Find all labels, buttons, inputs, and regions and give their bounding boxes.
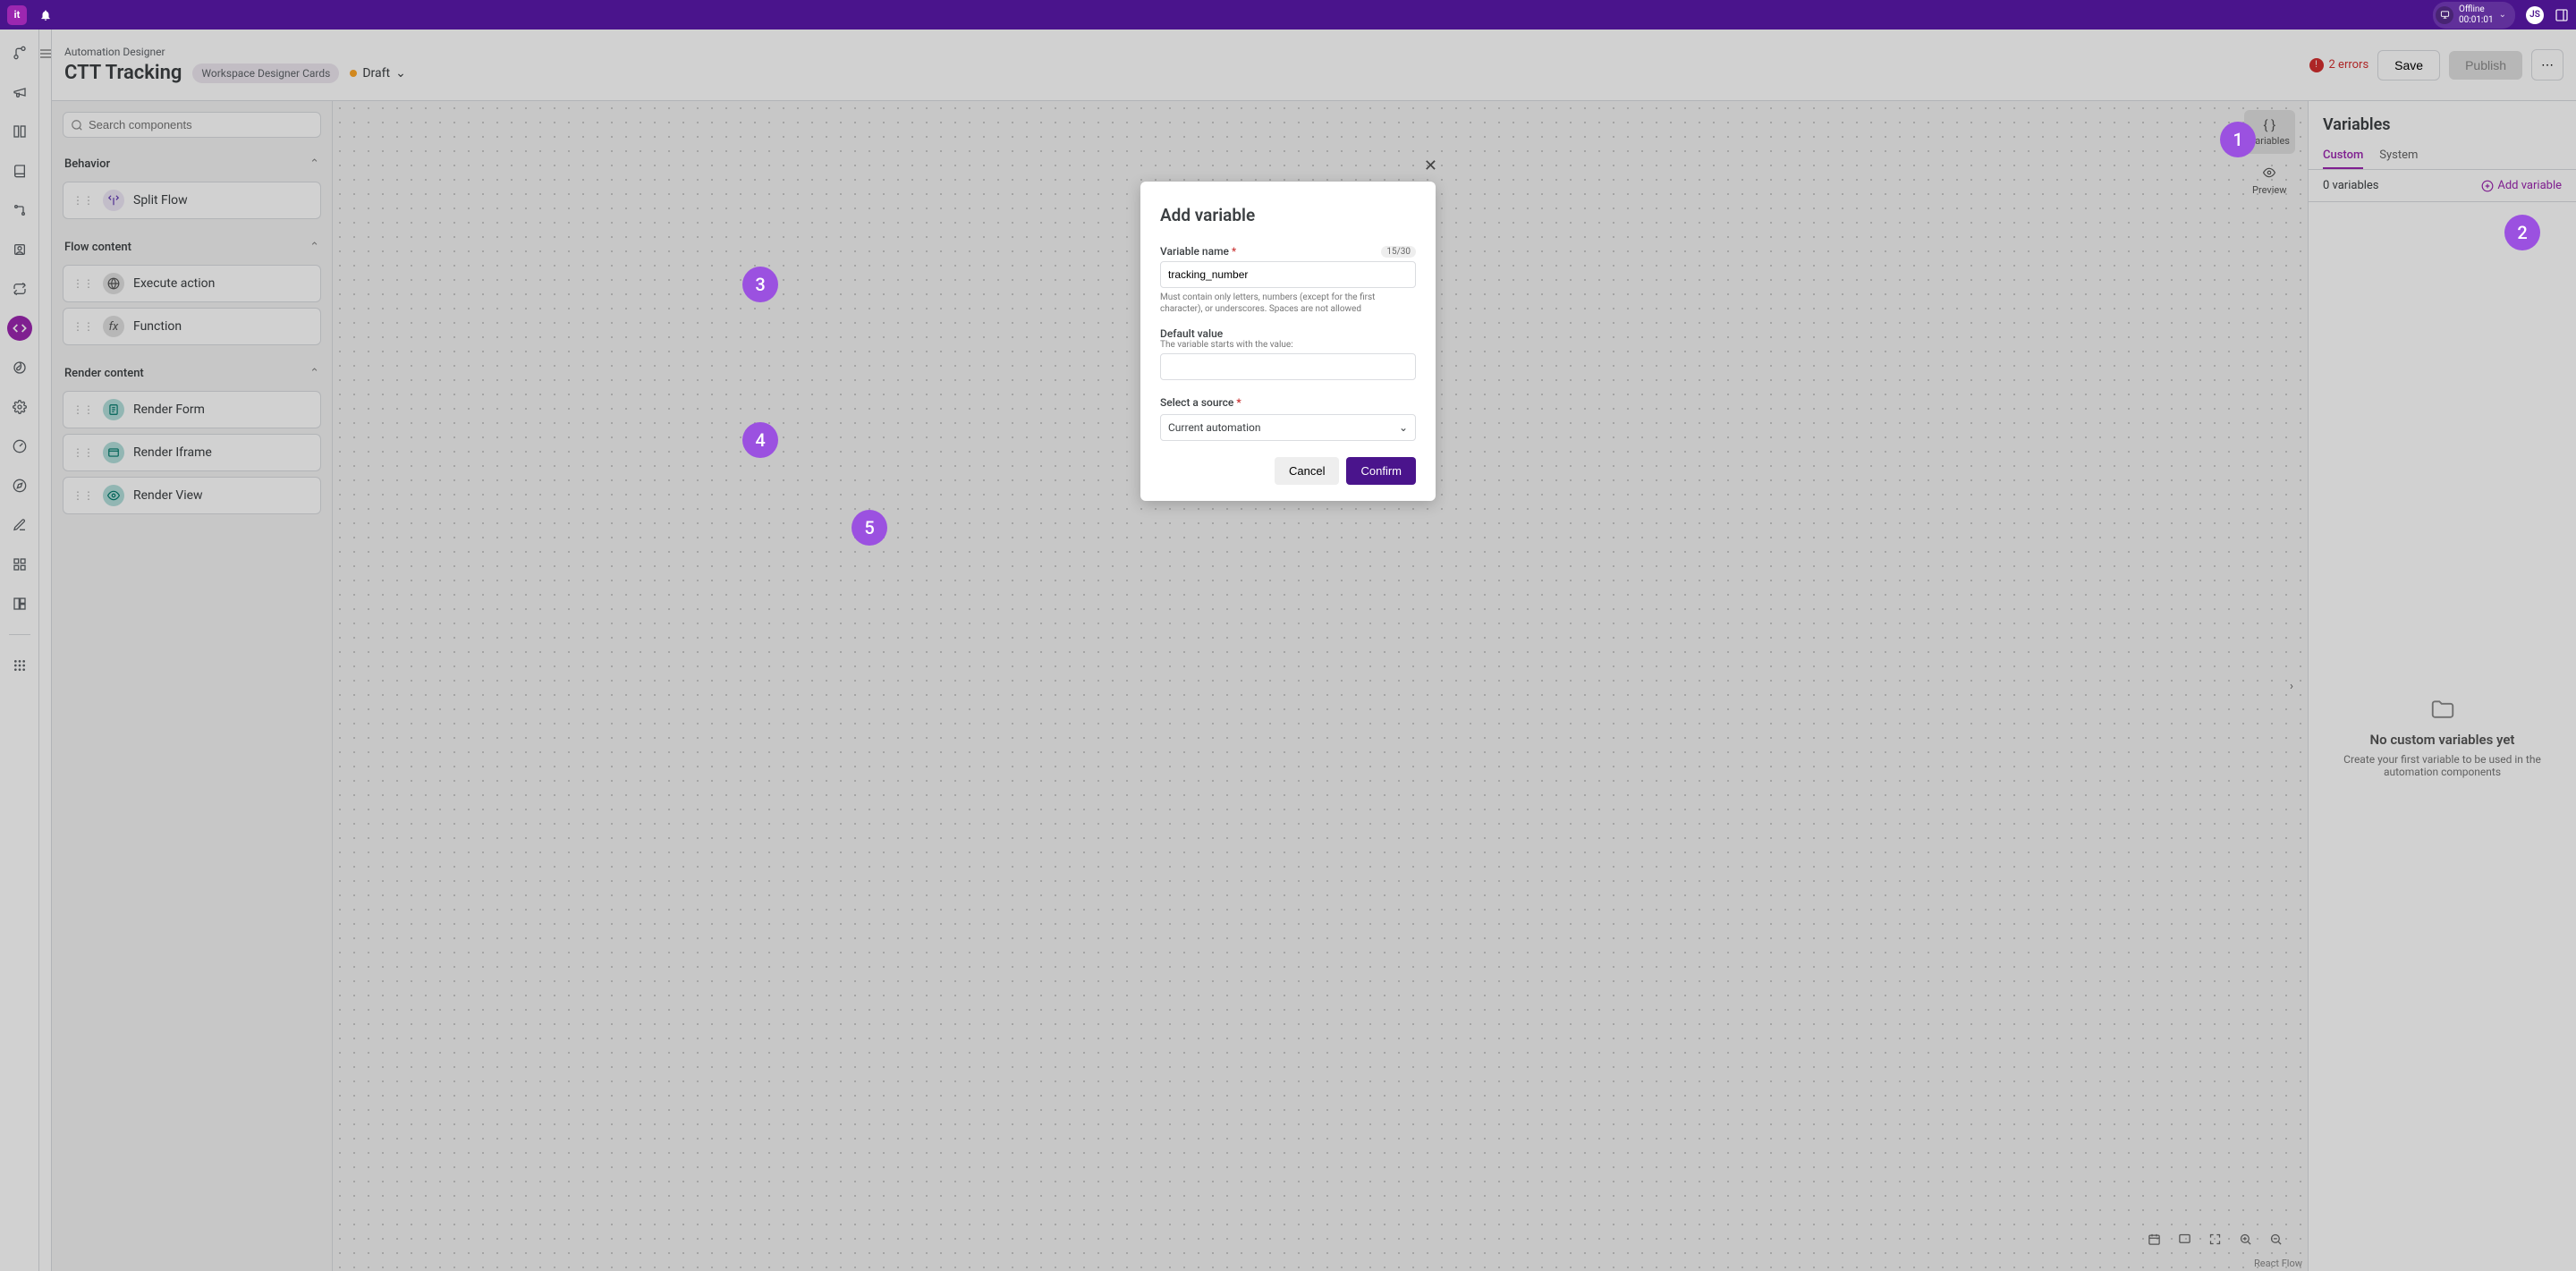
- callout-5: 5: [852, 510, 887, 546]
- callout-3: 3: [742, 267, 778, 302]
- default-value-label: Default value: [1160, 327, 1416, 340]
- source-select[interactable]: Current automation ⌄: [1160, 414, 1416, 441]
- connection-status[interactable]: Offline 00:01:01 ⌄: [2433, 2, 2515, 29]
- notifications-icon[interactable]: [39, 9, 52, 21]
- variable-name-helper: Must contain only letters, numbers (exce…: [1160, 292, 1416, 315]
- status-label: Offline: [2459, 4, 2485, 14]
- chevron-down-icon: ⌄: [1399, 421, 1408, 434]
- close-icon[interactable]: ✕: [1424, 157, 1437, 175]
- default-value-sublabel: The variable starts with the value:: [1160, 340, 1416, 350]
- source-value: Current automation: [1168, 421, 1261, 434]
- topbar: it Offline 00:01:01 ⌄ JS: [0, 0, 2576, 30]
- variable-name-input[interactable]: [1160, 261, 1416, 288]
- callout-1: 1: [2220, 122, 2256, 157]
- char-counter: 15/30: [1381, 246, 1416, 258]
- callout-4: 4: [742, 422, 778, 458]
- chevron-down-icon[interactable]: ⌄: [2499, 10, 2506, 21]
- variable-name-label: Variable name: [1160, 245, 1229, 258]
- cancel-button[interactable]: Cancel: [1275, 457, 1339, 485]
- app-logo[interactable]: it: [7, 5, 27, 25]
- add-variable-modal: ✕ Add variable Variable name * 15/30 Mus…: [1140, 182, 1436, 501]
- default-value-input[interactable]: [1160, 353, 1416, 380]
- callout-2: 2: [2504, 215, 2540, 250]
- modal-title: Add variable: [1160, 205, 1416, 225]
- panel-toggle-icon[interactable]: [2555, 8, 2569, 22]
- confirm-button[interactable]: Confirm: [1346, 457, 1416, 485]
- modal-overlay[interactable]: ✕ Add variable Variable name * 15/30 Mus…: [0, 30, 2576, 1271]
- avatar[interactable]: JS: [2526, 6, 2544, 24]
- source-label: Select a source: [1160, 396, 1233, 409]
- status-timer: 00:01:01: [2459, 15, 2494, 25]
- monitor-icon: [2436, 6, 2453, 24]
